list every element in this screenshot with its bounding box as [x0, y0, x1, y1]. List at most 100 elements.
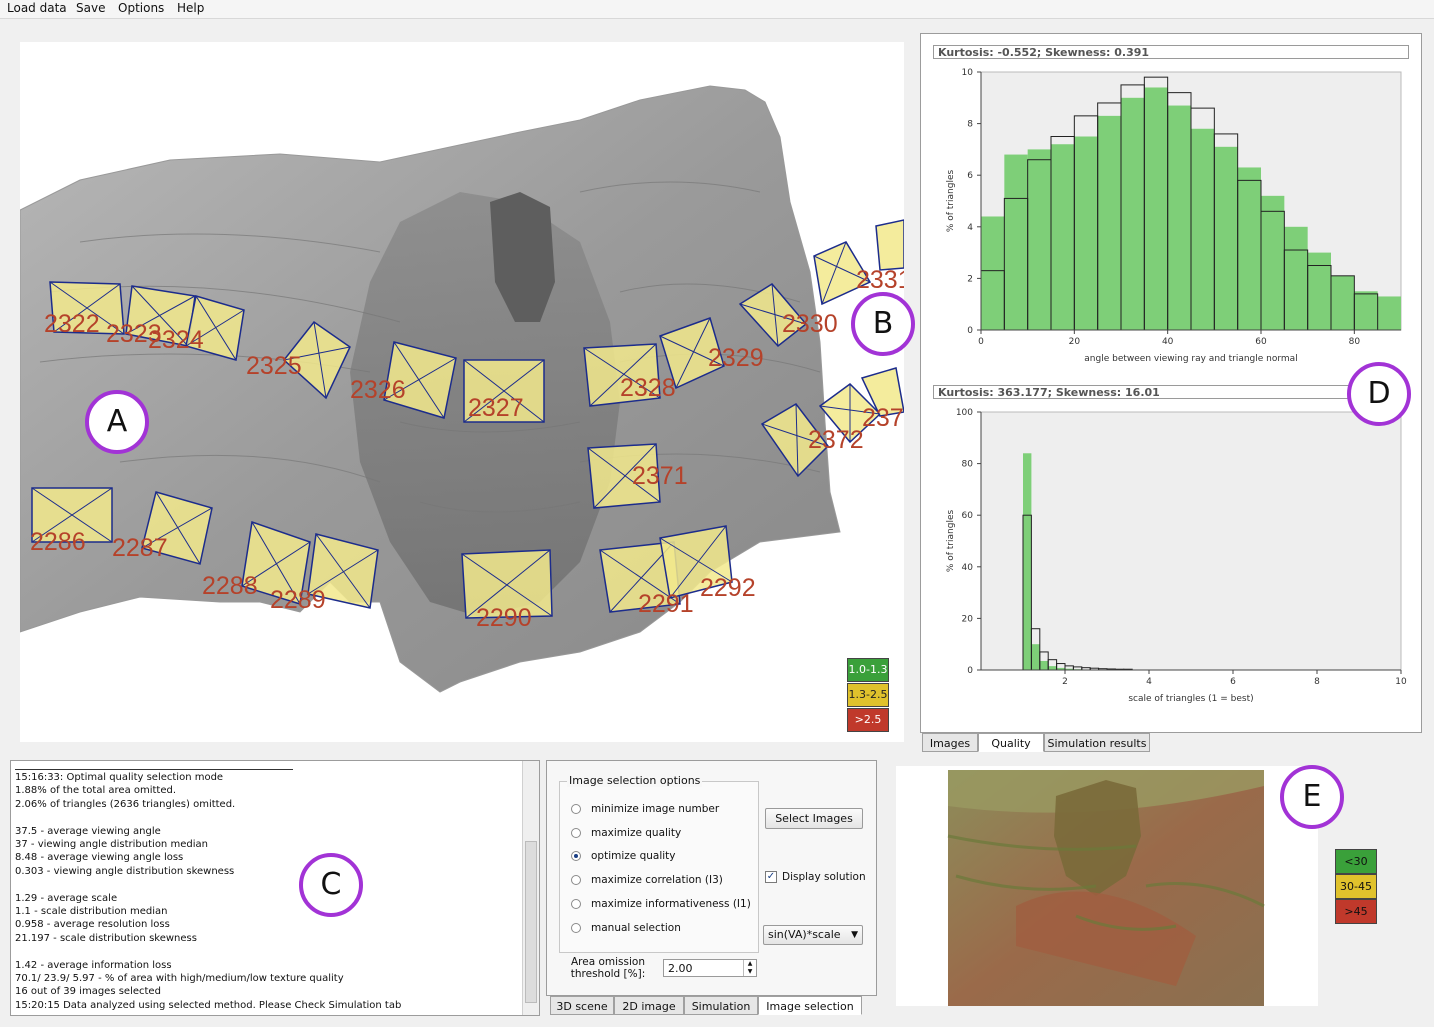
y-tick-label: 0: [967, 666, 973, 676]
log-output-panel[interactable]: 15:16:33: Optimal quality selection mode…: [10, 760, 540, 1016]
image-selection-options-panel: Image selection options minimize image n…: [546, 760, 877, 996]
histogram-charts: 0 20 40 60 800246810angle between viewing ra…: [946, 68, 1407, 704]
metric-select-value: sin(VA)*scale: [768, 928, 841, 941]
bar-fill: [1051, 144, 1075, 330]
menu-options[interactable]: Options: [118, 1, 164, 15]
x-tick-label: 10: [1395, 677, 1407, 687]
scroll-thumb[interactable]: [525, 841, 537, 1003]
3d-scene-viewport[interactable]: 2322 2323 2324 2325 2326 2327 2328 2329 …: [19, 42, 918, 742]
cam-label-2287: 2287: [112, 534, 168, 562]
bar-fill: [1048, 666, 1057, 670]
x-tick-label: 6: [1230, 677, 1236, 687]
y-tick-label: 80: [962, 460, 974, 470]
scale-legend-poor: >2.5: [847, 708, 889, 732]
log-line: 15:16:33: Optimal quality selection mode: [15, 772, 224, 783]
bar-fill: [1331, 275, 1355, 330]
radio-label: maximize correlation (I3): [591, 874, 723, 887]
x-axis-label: angle between viewing ray and triangle n…: [1084, 354, 1297, 364]
menu-load-data[interactable]: Load data: [7, 1, 67, 15]
bar-fill: [1039, 660, 1049, 670]
bar-fill: [1354, 291, 1378, 330]
bar-fill: [1214, 146, 1238, 330]
bar-fill: [1307, 252, 1331, 330]
log-line: 15:20:15 Data analyzed using selected me…: [15, 999, 402, 1011]
x-tick-label: 2: [1062, 677, 1068, 687]
log-line: 0.303 - viewing angle distribution skewn…: [15, 865, 235, 877]
tab-2d-image[interactable]: 2D image: [614, 996, 684, 1015]
tab-simulation[interactable]: Simulation: [684, 996, 758, 1015]
x-tick-label: 80: [1349, 337, 1361, 347]
cam-label-2329: 2329: [708, 344, 764, 372]
area-omission-value: 2.00: [668, 962, 693, 975]
radio-label: optimize quality: [591, 850, 676, 863]
log-line: 1.1 - scale distribution median: [15, 906, 168, 917]
x-tick-label: 4: [1146, 677, 1152, 687]
log-line: 37 - viewing angle distribution median: [15, 839, 208, 850]
callout-e: E: [1280, 765, 1344, 829]
cam-label-2291: 2291: [638, 590, 694, 618]
options-group-title: Image selection options: [567, 774, 703, 787]
cam-label-2328: 2328: [620, 374, 676, 402]
display-solution-checkbox[interactable]: ✓: [765, 871, 777, 883]
callout-a: A: [85, 390, 149, 454]
y-tick-label: 0: [967, 326, 973, 336]
cam-label-2290: 2290: [476, 604, 532, 632]
cam-label-2373: 2373: [862, 404, 904, 432]
tab-3d-scene[interactable]: 3D scene: [550, 996, 614, 1015]
scale-legend-good: 1.0-1.3: [847, 658, 889, 682]
log-scrollbar[interactable]: [522, 761, 539, 1015]
cam-label-2292: 2292: [700, 574, 756, 602]
log-line: 16 out of 39 images selected: [15, 986, 161, 998]
bar-fill: [1004, 154, 1028, 330]
tab-quality[interactable]: Quality: [978, 733, 1044, 752]
menu-bar: Load data Save Options Help: [0, 0, 1434, 19]
stepper-up-icon[interactable]: ▲: [743, 960, 756, 968]
bar-fill: [1167, 105, 1191, 330]
chevron-down-icon: ▼: [851, 930, 858, 940]
plot-area: [980, 411, 1402, 671]
radio-button[interactable]: [571, 804, 581, 814]
menu-help[interactable]: Help: [177, 1, 204, 15]
metric-select[interactable]: sin(VA)*scale ▼: [763, 925, 863, 945]
tab-image-selection[interactable]: Image selection: [758, 996, 862, 1015]
log-line: 37.5 - average viewing angle: [15, 825, 161, 837]
y-tick-label: 8: [967, 120, 973, 130]
area-omission-stepper[interactable]: 2.00 ▲ ▼: [663, 959, 757, 977]
menu-save[interactable]: Save: [76, 1, 105, 15]
log-separator: [15, 769, 293, 770]
tab-images[interactable]: Images: [922, 733, 978, 752]
select-images-button[interactable]: Select Images: [765, 808, 863, 829]
radio-label: maximize quality: [591, 826, 682, 839]
y-tick-label: 10: [962, 68, 974, 78]
log-line: 70.1/ 23.9/ 5.97 - % of area with high/m…: [15, 973, 344, 984]
stepper-down-icon[interactable]: ▼: [743, 968, 756, 976]
y-tick-label: 20: [962, 614, 974, 624]
bar-fill: [1023, 453, 1032, 670]
y-tick-label: 60: [962, 511, 974, 521]
bar-fill: [1284, 226, 1308, 330]
area-omission-label: Area omission threshold [%]:: [570, 956, 646, 980]
bar-fill: [1261, 195, 1285, 330]
cam-label-2331: 2331: [856, 266, 904, 294]
x-tick-label: 60: [1255, 337, 1267, 347]
radio-button[interactable]: [571, 922, 581, 933]
cam-label-2286: 2286: [30, 528, 86, 556]
x-axis-label: scale of triangles (1 = best): [1128, 694, 1253, 704]
y-tick-label: 100: [956, 408, 973, 418]
display-solution-label: Display solution: [782, 871, 866, 883]
bar-fill: [981, 216, 1005, 330]
x-tick-label: 20: [1069, 337, 1081, 347]
bar-fill: [1377, 296, 1401, 330]
radio-label: minimize image number: [591, 803, 720, 815]
quality-charts-panel: Kurtosis: -0.552; Skewness: 0.391 Kurtos…: [920, 33, 1422, 733]
radio-button[interactable]: [571, 898, 581, 909]
radio-button[interactable]: [571, 827, 581, 838]
angle-legend-good: <30: [1335, 849, 1377, 874]
photo-preview[interactable]: [896, 766, 1318, 1006]
tab-simulation-results[interactable]: Simulation results: [1044, 733, 1150, 752]
y-tick-label: 6: [967, 171, 973, 181]
y-axis-label: % of triangles: [946, 170, 956, 233]
x-tick-label: 8: [1314, 677, 1320, 687]
cam-label-2372: 2372: [808, 426, 864, 454]
cam-label-2322: 2322: [44, 310, 100, 338]
